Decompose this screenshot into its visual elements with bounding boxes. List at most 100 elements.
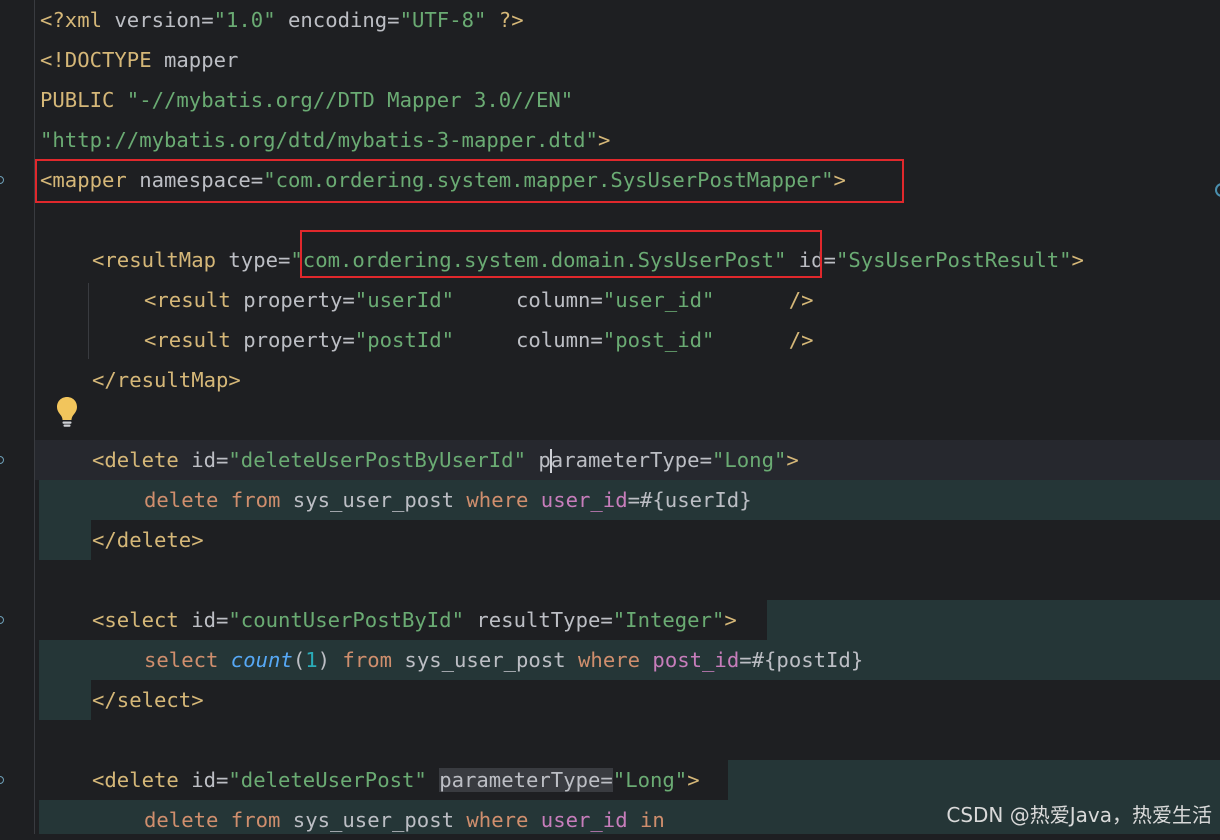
token: <result xyxy=(144,288,231,312)
token: user_id xyxy=(528,488,628,512)
token: <resultMap xyxy=(92,248,216,272)
token: "SysUserPostResult" xyxy=(835,248,1072,272)
token: property= xyxy=(230,288,355,312)
token: sys_user_post xyxy=(280,488,454,512)
token: id= xyxy=(178,448,229,472)
token: > xyxy=(1071,248,1084,272)
token: > xyxy=(724,608,737,632)
token: ?> xyxy=(486,8,524,32)
token: > xyxy=(597,128,611,152)
injected-sql-highlight xyxy=(39,520,91,560)
code-line-16[interactable]: <select id="countUserPostById" resultTyp… xyxy=(92,600,737,640)
token: "UTF-8" xyxy=(399,8,487,32)
token: in xyxy=(627,808,665,832)
code-line-21[interactable]: delete from sys_user_post where user_id … xyxy=(144,800,665,840)
token: "user_id" xyxy=(602,288,715,312)
token: ( xyxy=(292,648,306,672)
token: "Long" xyxy=(612,768,688,792)
token: <result xyxy=(144,328,231,352)
token: column= xyxy=(454,288,603,312)
token: sys_user_post xyxy=(392,648,566,672)
token: user_id xyxy=(528,808,628,832)
token: ) xyxy=(317,648,331,672)
code-line-2[interactable]: <!DOCTYPE mapper xyxy=(40,40,238,80)
annotation-box-namespace xyxy=(35,159,904,203)
token: p xyxy=(525,448,551,472)
token: <!DOCTYPE xyxy=(40,48,152,72)
injected-sql-highlight xyxy=(728,760,1220,800)
token: sys_user_post xyxy=(280,808,454,832)
token: "userId" xyxy=(354,288,454,312)
indent-guide xyxy=(88,283,89,359)
injected-sql-highlight xyxy=(767,600,1220,640)
token: > xyxy=(687,768,700,792)
code-line-18[interactable]: </select> xyxy=(92,680,204,720)
token: "Integer" xyxy=(612,608,725,632)
code-line-1[interactable]: <?xml version="1.0" encoding="UTF-8" ?> xyxy=(40,0,524,40)
token: /> xyxy=(714,288,814,312)
token: arameterType= xyxy=(550,448,712,472)
token: where xyxy=(565,648,641,672)
code-line-3[interactable]: PUBLIC "-//mybatis.org//DTD Mapper 3.0//… xyxy=(40,80,573,120)
token: property= xyxy=(230,328,355,352)
token: <select xyxy=(92,608,179,632)
token: from xyxy=(218,488,281,512)
code-line-13[interactable]: delete from sys_user_post where user_id=… xyxy=(144,480,752,520)
token: encoding= xyxy=(275,8,400,32)
code-line-12[interactable]: <delete id="deleteUserPostByUserId" para… xyxy=(92,440,799,480)
code-line-4[interactable]: "http://mybatis.org/dtd/mybatis-3-mapper… xyxy=(40,120,610,160)
lightbulb-icon[interactable] xyxy=(56,396,78,428)
code-line-9[interactable]: <result property="postId" column="post_i… xyxy=(144,320,814,360)
token: column= xyxy=(454,328,603,352)
token: "deleteUserPostByUserId" xyxy=(228,448,526,472)
token: > xyxy=(786,448,799,472)
token: where xyxy=(454,808,529,832)
token: where xyxy=(454,488,529,512)
token: </select> xyxy=(92,688,204,712)
token: "countUserPostById" xyxy=(228,608,464,632)
token: "1.0" xyxy=(213,8,276,32)
token: </resultMap> xyxy=(92,368,241,392)
token: select xyxy=(144,648,219,672)
annotation-box-type xyxy=(300,230,822,278)
token: delete xyxy=(144,808,219,832)
token: parameterType= xyxy=(439,768,613,792)
token: count xyxy=(218,648,293,672)
token: id= xyxy=(178,608,229,632)
token: <delete xyxy=(92,448,179,472)
token: =#{postId} xyxy=(739,648,864,672)
watermark: CSDN @热爱Java，热爱生活 xyxy=(946,803,1212,827)
token: <delete xyxy=(92,768,179,792)
token: from xyxy=(218,808,281,832)
token: from xyxy=(330,648,393,672)
code-line-20[interactable]: <delete id="deleteUserPost" parameterTyp… xyxy=(92,760,700,800)
scroll-marker-icon xyxy=(1215,183,1220,197)
token: id= xyxy=(178,768,229,792)
token: resultType= xyxy=(463,608,613,632)
token: </delete> xyxy=(92,528,204,552)
token: "Long" xyxy=(711,448,787,472)
token: post_id xyxy=(640,648,740,672)
code-line-10[interactable]: </resultMap> xyxy=(92,360,241,400)
code-line-8[interactable]: <result property="userId" column="user_i… xyxy=(144,280,814,320)
token: 1 xyxy=(305,648,318,672)
token: mapper xyxy=(151,48,239,72)
token: /> xyxy=(714,328,814,352)
token: PUBLIC xyxy=(40,88,115,112)
token: "-//mybatis.org//DTD Mapper 3.0//EN" xyxy=(114,88,574,112)
token: "postId" xyxy=(354,328,454,352)
injected-sql-highlight xyxy=(39,680,91,720)
token: version= xyxy=(102,8,214,32)
code-line-17[interactable]: select count(1) from sys_user_post where… xyxy=(144,640,863,680)
editor-gutter xyxy=(0,0,34,834)
token: type= xyxy=(216,248,291,272)
token: "deleteUserPost" xyxy=(228,768,427,792)
token: "http://mybatis.org/dtd/mybatis-3-mapper… xyxy=(40,128,598,152)
token: delete xyxy=(144,488,219,512)
token: "post_id" xyxy=(602,328,715,352)
gutter-separator xyxy=(34,0,35,834)
token: <?xml xyxy=(40,8,102,32)
token: =#{userId} xyxy=(627,488,752,512)
code-line-14[interactable]: </delete> xyxy=(92,520,204,560)
